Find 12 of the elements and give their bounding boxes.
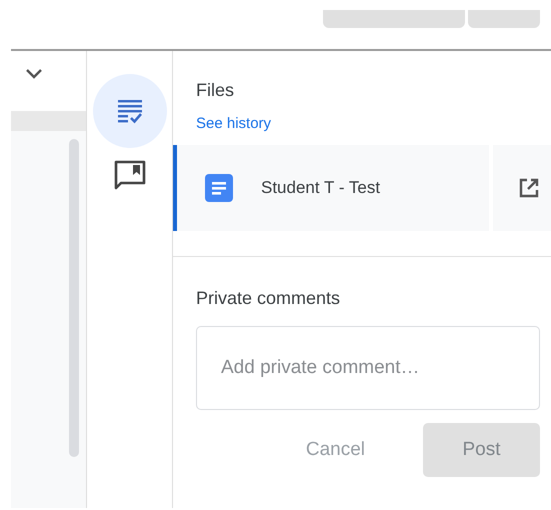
chevron-down-icon[interactable] [26,69,42,79]
section-title: Files [196,80,236,101]
comment-bookmark-icon [114,160,146,190]
scrollbar-thumb[interactable] [69,139,79,457]
see-history-link[interactable]: See history [196,115,272,132]
document-icon [205,174,233,202]
open-in-new-button[interactable] [493,145,551,231]
file-item[interactable]: Student T - Test [173,145,489,231]
comment-field[interactable]: Add private comment… [196,326,540,410]
open-external-icon [519,178,539,198]
section-title: Private comments [196,288,342,309]
task-list-icon [116,98,142,124]
